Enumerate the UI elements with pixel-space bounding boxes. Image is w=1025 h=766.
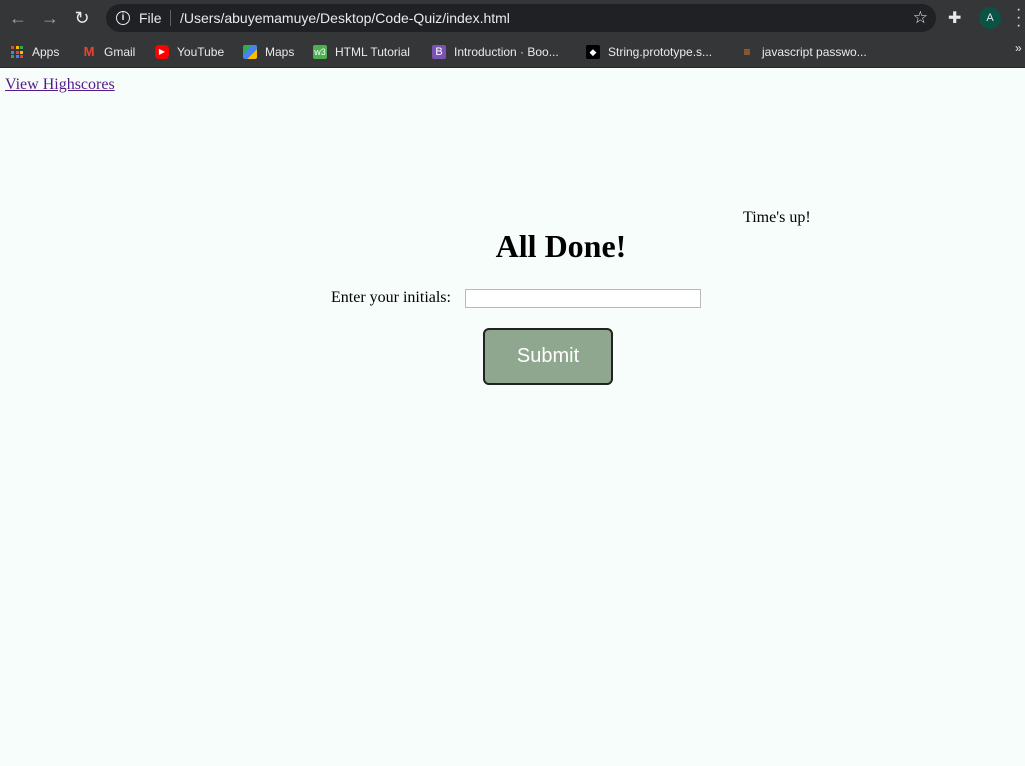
initials-input[interactable] xyxy=(465,289,701,308)
bookmark-bootstrap[interactable]: B Introduction · Boo... xyxy=(432,42,559,62)
bookmark-label: Gmail xyxy=(104,45,136,59)
view-highscores-link[interactable]: View Highscores xyxy=(5,76,115,94)
submit-button[interactable]: Submit xyxy=(483,328,613,385)
forward-arrow-icon[interactable]: → xyxy=(40,8,60,28)
bootstrap-icon: B xyxy=(432,45,446,59)
bookmark-gmail[interactable]: M Gmail xyxy=(82,42,136,62)
bookmark-apps[interactable]: Apps xyxy=(11,42,59,62)
url-text[interactable]: /Users/abuyemamuye/Desktop/Code-Quiz/ind… xyxy=(180,10,510,26)
bookmark-label: String.prototype.s... xyxy=(608,45,713,59)
bookmark-stackoverflow[interactable]: ≡ javascript passwo... xyxy=(740,42,867,62)
extensions-puzzle-icon[interactable]: ✚ xyxy=(948,8,961,28)
initials-label: Enter your initials: xyxy=(331,289,451,306)
bookmarks-overflow-icon[interactable]: » xyxy=(1015,41,1022,55)
url-scheme: File xyxy=(139,10,162,26)
bookmark-label: Introduction · Boo... xyxy=(454,45,559,59)
info-icon[interactable]: i xyxy=(116,11,130,25)
bookmark-youtube[interactable]: ▶ YouTube xyxy=(155,42,224,62)
page-title: All Done! xyxy=(495,228,627,264)
bookmark-label: YouTube xyxy=(177,45,225,59)
bookmark-star-icon[interactable]: ☆ xyxy=(913,8,928,28)
reload-icon[interactable]: ↻ xyxy=(72,8,92,28)
bookmark-label: HTML Tutorial xyxy=(335,45,410,59)
stackoverflow-icon: ≡ xyxy=(743,45,751,59)
bookmark-maps[interactable]: Maps xyxy=(243,42,294,62)
maps-icon xyxy=(243,45,257,59)
gmail-icon: M xyxy=(83,44,95,59)
w3schools-icon: w3 xyxy=(313,45,327,59)
apps-grid-icon xyxy=(11,46,23,58)
browser-toolbar: ← → ↻ i File /Users/abuyemamuye/Desktop/… xyxy=(0,0,1025,36)
timer-text: Time's up! xyxy=(743,209,811,226)
address-bar[interactable]: i File /Users/abuyemamuye/Desktop/Code-Q… xyxy=(106,4,936,32)
bookmark-mdn[interactable]: ◆ String.prototype.s... xyxy=(586,42,712,62)
bookmark-html-tutorial[interactable]: w3 HTML Tutorial xyxy=(313,42,410,62)
bookmark-label: Maps xyxy=(265,45,295,59)
address-separator xyxy=(170,10,171,26)
profile-avatar[interactable]: A xyxy=(979,7,1001,29)
youtube-icon: ▶ xyxy=(155,45,169,59)
browser-menu-icon[interactable]: · · · xyxy=(1016,2,1022,34)
mdn-icon: ◆ xyxy=(586,45,600,59)
back-arrow-icon[interactable]: ← xyxy=(8,8,28,28)
bookmarks-bar: Apps M Gmail ▶ YouTube Maps w3 HTML Tuto… xyxy=(0,36,1025,68)
bookmark-label: javascript passwo... xyxy=(762,45,867,59)
bookmark-label: Apps xyxy=(32,45,60,59)
